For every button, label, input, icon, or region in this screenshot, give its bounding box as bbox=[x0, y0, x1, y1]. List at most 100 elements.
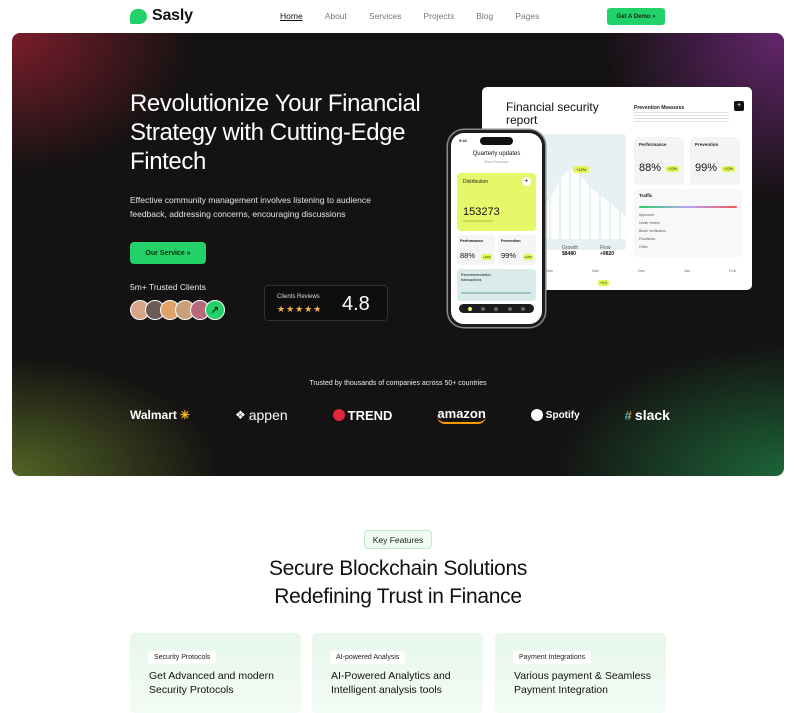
recommendation-label: Recommendation transactions bbox=[461, 273, 491, 282]
distribution-line bbox=[463, 220, 493, 222]
prevention-card: Prevention 99% +12% bbox=[690, 137, 740, 185]
nav-link-pages[interactable]: Pages bbox=[515, 11, 539, 21]
nav-link-about[interactable]: About bbox=[325, 11, 347, 21]
phone-prevention-badge: +12% bbox=[523, 254, 533, 260]
feature-card-payment[interactable]: Payment Integrations Various payment & S… bbox=[495, 633, 666, 713]
axis-label: Dec bbox=[637, 268, 645, 273]
traffic-row-label: Approved bbox=[639, 213, 654, 217]
tab-dot-icon[interactable] bbox=[494, 306, 499, 311]
brand-logos: Walmart ✳ ❖ appen TREND amazon Spotify #… bbox=[130, 403, 670, 427]
phone-prevention-card: Prevention 99% +12% bbox=[498, 235, 536, 265]
tab-dot-icon[interactable] bbox=[481, 306, 486, 311]
star-rating-icon: ★★★★★ bbox=[277, 304, 323, 314]
distribution-value: 153273 bbox=[463, 206, 500, 218]
kpi-left-value: $8480 bbox=[562, 251, 576, 257]
our-service-button[interactable]: Our Service » bbox=[130, 242, 206, 264]
nav-link-projects[interactable]: Projects bbox=[424, 11, 455, 21]
phone-performance-badge: +12% bbox=[482, 254, 492, 260]
performance-badge: +12% bbox=[666, 166, 680, 172]
phone-performance-card: Performance 88% +12% bbox=[457, 235, 495, 265]
kpi-right-value: +9820 bbox=[600, 251, 615, 257]
traffic-row: Other bbox=[639, 245, 737, 251]
feature-card-security[interactable]: Security Protocols Get Advanced and mode… bbox=[130, 633, 301, 713]
dashboard-title: Financial security report bbox=[506, 100, 599, 127]
slack-mark-icon: # bbox=[624, 407, 632, 423]
performance-title: Performance bbox=[639, 142, 667, 147]
nav-link-home[interactable]: Home bbox=[280, 11, 303, 21]
axis-tag: +4.3 bbox=[598, 280, 609, 286]
logo[interactable]: Sasly bbox=[130, 7, 193, 25]
features-title: Secure Blockchain Solutions Redefining T… bbox=[0, 555, 796, 611]
distribution-card: Distribution + 153273 bbox=[457, 173, 536, 231]
trusted-by-text: Trusted by thousands of companies across… bbox=[309, 380, 487, 387]
appen-text: appen bbox=[248, 407, 288, 423]
prevention-badge: +12% bbox=[722, 166, 736, 172]
arrow-up-right-icon[interactable]: ↗ bbox=[205, 300, 225, 320]
prevention-measures-title: Prevention Measures bbox=[634, 105, 685, 111]
traffic-row-label: Other bbox=[639, 245, 648, 249]
hero-subtitle: Effective community management involves … bbox=[130, 195, 371, 219]
prevention-measures-text bbox=[634, 112, 729, 124]
traffic-row: Blank Verification bbox=[639, 229, 737, 235]
feature-tag: AI-powered Analysis bbox=[330, 651, 406, 664]
top-nav: Sasly Home About Services Projects Blog … bbox=[0, 0, 810, 33]
trend-logo: TREND bbox=[332, 407, 393, 423]
feature-heading: Various payment & Seamless Payment Integ… bbox=[514, 670, 651, 696]
feature-card-ai[interactable]: AI-powered Analysis AI-Powered Analytics… bbox=[312, 633, 483, 713]
traffic-row-label: Flourishes bbox=[639, 237, 656, 241]
trend-mark-icon bbox=[332, 409, 345, 421]
client-avatars: ↗ bbox=[130, 300, 225, 320]
trend-text: TREND bbox=[347, 407, 393, 423]
traffic-bar bbox=[639, 206, 737, 208]
walmart-spark-icon: ✳ bbox=[179, 408, 190, 422]
get-demo-button[interactable]: Get A Demo » bbox=[607, 8, 665, 25]
amazon-logo: amazon bbox=[437, 406, 486, 424]
phone-prevention-value: 99% bbox=[501, 251, 517, 260]
axis-label: Jan bbox=[683, 268, 691, 273]
phone-tabbar bbox=[459, 304, 534, 313]
phone-heading: Quarterly updates bbox=[472, 151, 521, 157]
plus-icon: + bbox=[522, 177, 531, 186]
prevention-value: 99% bbox=[695, 162, 718, 174]
traffic-row: Under review bbox=[639, 221, 737, 227]
appen-logo: ❖ appen bbox=[235, 407, 288, 423]
phone-performance-value: 88% bbox=[460, 251, 476, 260]
logo-text: Sasly bbox=[152, 7, 193, 24]
axis-label: Dec bbox=[546, 268, 554, 273]
phone-prevention-title: Prevention bbox=[501, 239, 521, 243]
chart-axis: Dec Nov Dec Jan Feb bbox=[546, 268, 736, 273]
feature-tag: Payment Integrations bbox=[513, 651, 592, 664]
traffic-row: Approved bbox=[639, 213, 737, 219]
nav-link-blog[interactable]: Blog bbox=[476, 11, 493, 21]
performance-value: 88% bbox=[639, 162, 662, 174]
walmart-text: Walmart bbox=[130, 408, 177, 422]
appen-mark-icon: ❖ bbox=[234, 408, 246, 422]
spotify-logo: Spotify bbox=[530, 409, 580, 421]
reviews-label: Clients Reviews bbox=[277, 294, 320, 300]
phone-mockup: 9:41 Quarterly updates Short Summary Dis… bbox=[448, 130, 545, 327]
slack-logo: # slack bbox=[625, 407, 670, 423]
nav-links: Home About Services Projects Blog Pages bbox=[280, 11, 561, 21]
features-title-line2: Redefining Trust in Finance bbox=[274, 585, 522, 608]
amazon-text: amazon bbox=[437, 406, 486, 424]
tab-dot-icon[interactable] bbox=[507, 306, 512, 311]
hero-title: Revolutionize Your Financial Strategy wi… bbox=[130, 90, 421, 175]
recommendation-line bbox=[461, 292, 531, 294]
traffic-card: Traffic Approved Under review Blank Veri… bbox=[634, 189, 742, 257]
traffic-title: Traffic bbox=[639, 193, 653, 198]
traffic-row-label: Blank Verification bbox=[639, 229, 666, 233]
spotify-text: Spotify bbox=[545, 409, 580, 421]
plus-icon: + bbox=[734, 101, 744, 111]
slack-text: slack bbox=[634, 407, 670, 423]
recommendation-card: Recommendation transactions bbox=[457, 269, 536, 301]
distribution-label: Distribution bbox=[463, 179, 489, 185]
phone-time: 9:41 bbox=[459, 138, 468, 143]
features-title-line1: Secure Blockchain Solutions bbox=[268, 557, 528, 580]
tab-dot-icon[interactable] bbox=[521, 306, 526, 311]
tab-dot-icon[interactable] bbox=[467, 306, 472, 311]
walmart-logo: Walmart ✳ bbox=[130, 408, 190, 422]
nav-link-services[interactable]: Services bbox=[369, 11, 402, 21]
spotify-mark-icon bbox=[530, 409, 543, 421]
logo-icon bbox=[130, 8, 147, 24]
phone-notch bbox=[480, 137, 513, 145]
